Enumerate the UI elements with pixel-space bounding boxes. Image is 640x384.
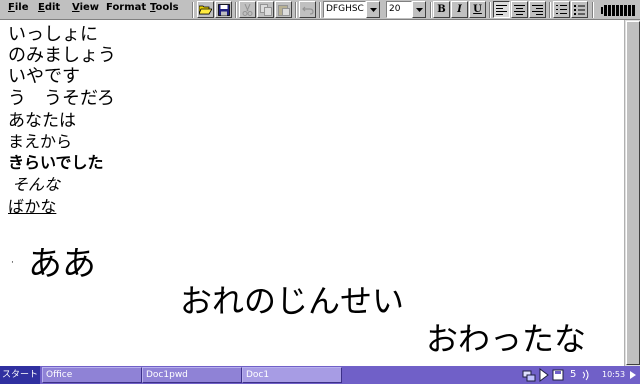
bold-button[interactable]: B (433, 1, 450, 18)
align-left-icon (496, 4, 507, 15)
chevron-down-icon (369, 7, 377, 12)
toolbar-separator (192, 2, 194, 18)
undo-icon (301, 6, 314, 15)
paste-button[interactable] (275, 1, 292, 18)
chevron-down-icon (415, 7, 423, 12)
save-disk-icon (217, 3, 230, 16)
align-center-button[interactable] (511, 1, 528, 18)
toolbar-separator (430, 2, 432, 18)
document-area[interactable]: いっしょに のみましょう いやです う うそだろ あなたは まえから きらいでし… (0, 20, 624, 366)
network-icon[interactable] (522, 368, 536, 382)
start-button[interactable]: スタート (0, 366, 40, 384)
italic-label: I (457, 4, 462, 15)
open-button[interactable] (197, 1, 214, 18)
vertical-scrollbar[interactable] (624, 20, 640, 366)
text-line-large: おれのじんせい (180, 282, 405, 320)
play-icon[interactable] (539, 368, 549, 382)
copy-icon (259, 3, 272, 16)
task-doc1[interactable]: Doc1 (242, 367, 342, 383)
save-button[interactable] (215, 1, 232, 18)
tray-number: 5 (570, 369, 577, 380)
undo-button[interactable] (299, 1, 316, 18)
text-line-italic: そんな (12, 175, 61, 194)
font-name-dropdown[interactable] (366, 1, 380, 18)
underline-label: U (473, 4, 482, 15)
bulleted-list-button[interactable] (571, 1, 588, 18)
menu-file[interactable]: File (8, 2, 28, 14)
bullet-dot: · (11, 258, 14, 268)
disk-icon[interactable] (552, 368, 564, 382)
numbered-list-icon (556, 4, 567, 14)
align-left-button[interactable] (493, 1, 510, 18)
font-size-field[interactable]: 20 (386, 1, 412, 18)
toolbar-separator (235, 2, 237, 18)
system-tray: 5 10:53 (520, 366, 640, 384)
clock[interactable]: 10:53 (602, 366, 625, 384)
align-right-icon (532, 4, 543, 15)
cut-button[interactable] (239, 1, 256, 18)
toolbar-separator (319, 2, 321, 18)
task-doc1pwd[interactable]: Doc1pwd (142, 367, 242, 383)
menu-edit[interactable]: Edit (38, 2, 60, 14)
text-line-underline: ばかな (8, 197, 57, 216)
font-size-dropdown[interactable] (412, 1, 426, 18)
tray-arrow-icon[interactable] (630, 371, 636, 379)
task-office[interactable]: Office (42, 367, 142, 383)
menu-format[interactable]: Format (106, 2, 146, 14)
paste-icon (277, 4, 290, 16)
toolbar-separator (489, 2, 491, 18)
menu-view[interactable]: View (72, 2, 99, 14)
font-name-field[interactable]: DFGHSC (323, 1, 366, 18)
taskbar: スタート Office Doc1pwd Doc1 5 10:53 (0, 366, 640, 384)
text-line-bold: きらいでした (8, 153, 104, 172)
sound-wave-icon[interactable] (580, 368, 594, 382)
cut-icon (242, 3, 253, 16)
toolbar-separator (295, 2, 297, 18)
open-folder-icon (199, 5, 212, 15)
toolbar-separator (592, 2, 594, 18)
text-line-large: おわったな (426, 320, 587, 358)
italic-button[interactable]: I (451, 1, 468, 18)
align-right-button[interactable] (529, 1, 546, 18)
copy-button[interactable] (257, 1, 274, 18)
bold-label: B (437, 4, 446, 15)
menu-toolbar-bar: File Edit View Format Tools DFGHSC 20 B … (0, 0, 640, 20)
align-center-icon (514, 4, 525, 15)
toolbar-separator (549, 2, 551, 18)
numbered-list-button[interactable] (553, 1, 570, 18)
bulleted-list-icon (574, 4, 585, 15)
scrollbar-thumb[interactable] (626, 21, 640, 365)
text-line-large: ああ (28, 244, 96, 284)
battery-icon (598, 2, 638, 18)
underline-button[interactable]: U (469, 1, 486, 18)
menu-tools[interactable]: Tools (150, 2, 179, 14)
